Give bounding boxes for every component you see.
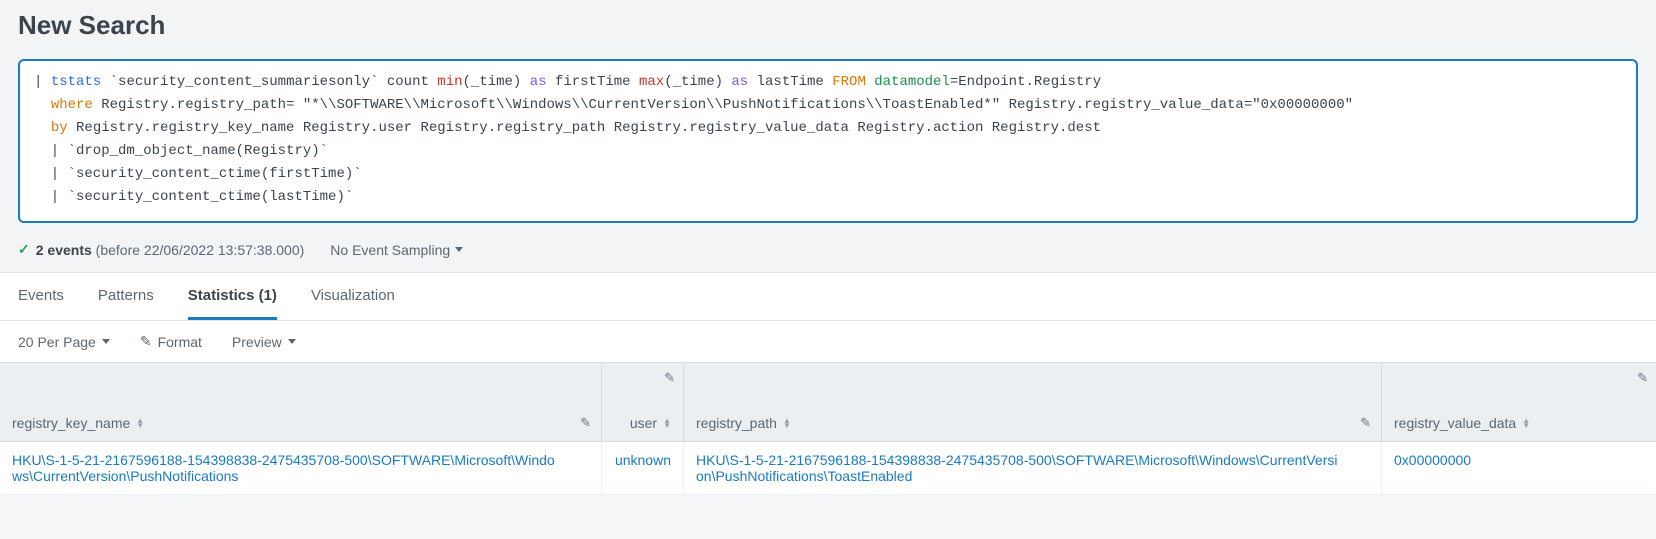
cell-link[interactable]: HKU\S-1-5-21-2167596188-154398838-247543… <box>696 452 1337 484</box>
cell-registry-value-data[interactable]: 0x00000000 <box>1382 442 1656 494</box>
format-label: Format <box>158 334 202 350</box>
spl-dmeq: =Endpoint.Registry <box>950 74 1110 90</box>
event-timestamp: (before 22/06/2022 13:57:38.000) <box>92 242 305 258</box>
column-label: user <box>630 415 657 431</box>
spl-query[interactable]: | tstats `security_content_summariesonly… <box>34 71 1622 209</box>
spl-firstTime: firstTime <box>547 74 639 90</box>
event-count: 2 events <box>36 242 92 258</box>
event-sampling-dropdown[interactable]: No Event Sampling <box>330 242 463 258</box>
cell-link[interactable]: unknown <box>615 452 671 468</box>
spl-from: FROM <box>832 74 874 90</box>
table-header: registry_key_name ▲▼ user ▲▼ registry_pa… <box>0 362 1656 442</box>
spl-pipe: | <box>34 74 51 90</box>
pencil-icon[interactable] <box>580 415 591 431</box>
sort-icon[interactable]: ▲▼ <box>136 418 144 428</box>
stats-table: registry_key_name ▲▼ user ▲▼ registry_pa… <box>0 362 1656 495</box>
per-page-dropdown[interactable]: 20 Per Page <box>18 334 110 350</box>
spl-as1: as <box>530 74 547 90</box>
spl-max: max <box>639 74 664 90</box>
tab-visualization[interactable]: Visualization <box>311 273 395 320</box>
page-title: New Search <box>18 10 1638 41</box>
cell-registry-key-name[interactable]: HKU\S-1-5-21-2167596188-154398838-247543… <box>0 442 602 494</box>
caret-down-icon <box>455 247 463 252</box>
spl-dm: datamodel <box>874 74 950 90</box>
column-header-registry-value-data[interactable]: registry_value_data ▲▼ <box>1382 363 1656 441</box>
spl-lastTime: lastTime <box>748 74 832 90</box>
pencil-icon <box>140 333 152 350</box>
table-body: HKU\S-1-5-21-2167596188-154398838-247543… <box>0 442 1656 495</box>
column-header-registry-key-name[interactable]: registry_key_name ▲▼ <box>0 363 602 441</box>
cell-link[interactable]: 0x00000000 <box>1394 452 1471 468</box>
spl-by: by <box>51 120 68 136</box>
spl-line6: | `security_content_ctime(lastTime)` <box>34 189 353 205</box>
event-sampling-label: No Event Sampling <box>330 242 450 258</box>
check-icon: ✓ <box>18 241 30 258</box>
sort-icon[interactable]: ▲▼ <box>663 418 671 428</box>
spl-as2: as <box>731 74 748 90</box>
cell-registry-path[interactable]: HKU\S-1-5-21-2167596188-154398838-247543… <box>684 442 1382 494</box>
cell-user[interactable]: unknown <box>602 442 684 494</box>
tab-events[interactable]: Events <box>18 273 64 320</box>
results-tabs: Events Patterns Statistics (1) Visualiza… <box>0 273 1656 320</box>
table-row: HKU\S-1-5-21-2167596188-154398838-247543… <box>0 442 1656 495</box>
column-label: registry_path <box>696 415 777 431</box>
preview-dropdown[interactable]: Preview <box>232 334 296 350</box>
spl-minarg: (_time) <box>463 74 530 90</box>
preview-label: Preview <box>232 334 282 350</box>
format-button[interactable]: Format <box>140 333 202 350</box>
spl-macro1: `security_content_summariesonly` count <box>101 74 437 90</box>
sort-icon[interactable]: ▲▼ <box>1522 418 1530 428</box>
job-status: ✓ 2 events (before 22/06/2022 13:57:38.0… <box>18 241 304 258</box>
column-header-user[interactable]: user ▲▼ <box>602 363 684 441</box>
spl-min: min <box>437 74 462 90</box>
spl-maxarg: (_time) <box>664 74 731 90</box>
spl-by-rest: Registry.registry_key_name Registry.user… <box>68 120 1110 136</box>
pencil-icon[interactable] <box>664 370 675 386</box>
column-label: registry_key_name <box>12 415 130 431</box>
tab-patterns[interactable]: Patterns <box>98 273 154 320</box>
column-header-registry-path[interactable]: registry_path ▲▼ <box>684 363 1382 441</box>
tab-statistics[interactable]: Statistics (1) <box>188 273 277 320</box>
per-page-label: 20 Per Page <box>18 334 96 350</box>
column-label: registry_value_data <box>1394 415 1516 431</box>
caret-down-icon <box>102 339 110 344</box>
pencil-icon[interactable] <box>1360 415 1371 431</box>
pencil-icon[interactable] <box>1637 370 1648 386</box>
spl-line4: | `drop_dm_object_name(Registry)` <box>34 143 336 159</box>
stats-toolbar: 20 Per Page Format Preview <box>0 321 1656 362</box>
cell-link[interactable]: HKU\S-1-5-21-2167596188-154398838-247543… <box>12 452 555 484</box>
job-status-bar: ✓ 2 events (before 22/06/2022 13:57:38.0… <box>0 237 1656 272</box>
spl-where-rest: Registry.registry_path= "*\\SOFTWARE\\Mi… <box>93 97 1362 113</box>
spl-where: where <box>51 97 93 113</box>
spl-tstats: tstats <box>51 74 101 90</box>
spl-line5: | `security_content_ctime(firstTime)` <box>34 166 370 182</box>
caret-down-icon <box>288 339 296 344</box>
sort-icon[interactable]: ▲▼ <box>783 418 791 428</box>
search-editor[interactable]: | tstats `security_content_summariesonly… <box>18 59 1638 223</box>
